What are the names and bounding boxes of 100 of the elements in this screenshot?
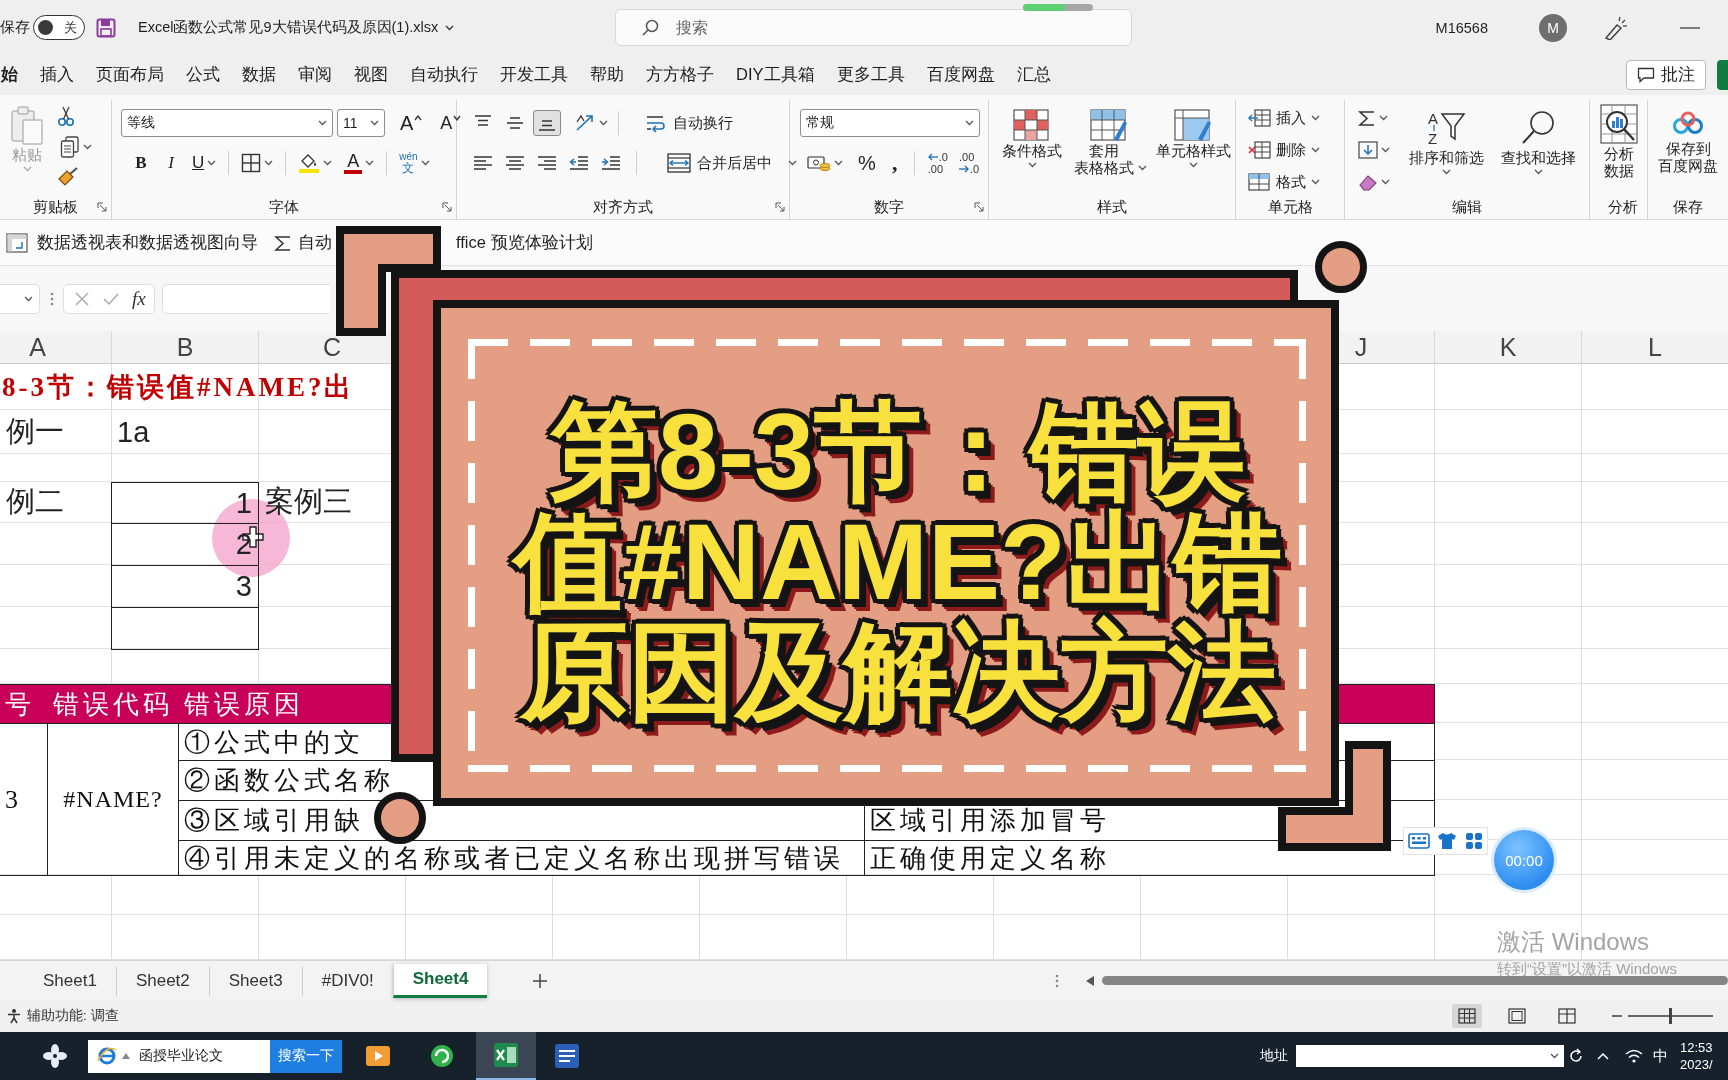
- ribbon-tab[interactable]: 开发工具: [500, 58, 568, 92]
- insider-program-button[interactable]: ffice 预览体验计划: [456, 231, 593, 254]
- font-color-button[interactable]: A: [341, 149, 378, 177]
- italic-button[interactable]: I: [159, 149, 183, 177]
- ribbon-tab[interactable]: 方方格子: [646, 58, 714, 92]
- grow-font-button[interactable]: A: [397, 109, 426, 137]
- cell-styles-button[interactable]: 单元格样式: [1151, 100, 1235, 195]
- group-label: 编辑: [1452, 197, 1482, 217]
- pen-icon[interactable]: [1603, 15, 1627, 40]
- ribbon-tab[interactable]: 页面布局: [96, 58, 164, 92]
- fill-down-icon: [1358, 141, 1378, 159]
- avatar[interactable]: M: [1539, 13, 1567, 42]
- chevron-down-icon: [370, 120, 379, 126]
- grid-view-icon: [1458, 1008, 1476, 1024]
- search-button[interactable]: 搜索一下: [270, 1039, 342, 1073]
- save-to-cloud-button[interactable]: 保存到百度网盘: [1655, 100, 1721, 195]
- ribbon-tab[interactable]: 审阅: [298, 58, 332, 92]
- zoom-thumb[interactable]: [1669, 1008, 1672, 1024]
- wrap-text-button[interactable]: 自动换行: [642, 109, 736, 137]
- phonetic-guide-button[interactable]: wén 文: [396, 149, 433, 177]
- autosave-toggle[interactable]: 关: [33, 15, 85, 40]
- taskbar-app[interactable]: [476, 1032, 536, 1080]
- delete-cells-button[interactable]: 删除: [1244, 137, 1323, 163]
- underline-button[interactable]: U: [189, 149, 220, 177]
- formula-input[interactable]: [161, 284, 330, 314]
- ribbon-tab[interactable]: 自动执行: [410, 58, 478, 92]
- address-field[interactable]: [1296, 1045, 1564, 1067]
- arrow-left-icon: [927, 153, 938, 161]
- dialog-launcher-icon[interactable]: [974, 202, 984, 212]
- scroll-left-icon[interactable]: [1086, 975, 1094, 986]
- file-name-button[interactable]: Excel函数公式常见9大错误代码及原因(1).xlsx: [138, 18, 455, 37]
- increase-indent-icon[interactable]: [601, 154, 621, 172]
- align-left-icon[interactable]: [473, 154, 493, 172]
- ribbon-tab[interactable]: 数据: [242, 58, 276, 92]
- percent-button[interactable]: %: [855, 149, 879, 177]
- search-field[interactable]: 函授毕业论文: [88, 1039, 270, 1073]
- increase-decimal-button[interactable]: .0 .00: [926, 150, 949, 176]
- font-size-dropdown[interactable]: 11: [337, 109, 385, 137]
- bold-button[interactable]: B: [129, 149, 153, 177]
- plus-icon[interactable]: [533, 973, 548, 988]
- dialog-launcher-icon[interactable]: [775, 202, 785, 212]
- keyboard-icon[interactable]: [1407, 833, 1430, 849]
- insert-cells-button[interactable]: 插入: [1244, 105, 1323, 131]
- sheet-tab[interactable]: Sheet3: [208, 965, 302, 996]
- format-painter-icon[interactable]: [57, 167, 79, 187]
- merge-center-button[interactable]: 合并后居中: [664, 149, 800, 177]
- insert-function-button[interactable]: fx: [132, 288, 146, 310]
- ribbon-tab[interactable]: 始: [1, 58, 18, 92]
- font-name-dropdown[interactable]: 等线: [121, 109, 333, 137]
- scissors-icon[interactable]: [57, 105, 75, 127]
- conditional-format-button[interactable]: 条件格式: [997, 100, 1067, 195]
- dialog-launcher-icon[interactable]: [442, 202, 452, 212]
- sheet-tab[interactable]: Sheet1: [24, 965, 116, 996]
- refresh-icon[interactable]: [1568, 1048, 1584, 1064]
- format-as-table-button[interactable]: 套用表格格式: [1067, 100, 1151, 195]
- align-right-icon[interactable]: [537, 154, 557, 172]
- ribbon-tab[interactable]: 视图: [354, 58, 388, 92]
- comma-style-button[interactable]: ,: [887, 149, 902, 177]
- comments-button[interactable]: 批注: [1626, 60, 1706, 90]
- group-label: 保存: [1673, 197, 1703, 217]
- decrease-indent-icon[interactable]: [569, 154, 589, 172]
- sheet-cell-text: 案例三: [264, 484, 353, 519]
- dialog-launcher-icon[interactable]: [97, 202, 107, 212]
- chevron-down-icon: [1188, 162, 1198, 168]
- sheet-tab[interactable]: #DIV0!: [301, 965, 393, 996]
- format-cells-button[interactable]: 格式: [1244, 169, 1323, 195]
- ribbon-tab[interactable]: 公式: [186, 58, 220, 92]
- ribbon-tab[interactable]: 更多工具: [836, 58, 905, 92]
- view-button[interactable]: [1452, 1004, 1482, 1028]
- analyze-data-button[interactable]: 分析数据: [1598, 100, 1639, 195]
- find-select-button[interactable]: 查找和选择: [1499, 105, 1577, 195]
- merge-cells-icon: [667, 153, 691, 173]
- shrink-font-button[interactable]: A: [437, 109, 465, 137]
- four-squares-icon[interactable]: [1465, 832, 1484, 850]
- shirt-icon[interactable]: [1437, 832, 1458, 850]
- autosum-button[interactable]: 自动: [274, 231, 332, 254]
- sort-filter-button[interactable]: A Z 排序和筛选: [1407, 105, 1485, 195]
- accessibility-status[interactable]: 辅助功能: 调查: [6, 1007, 119, 1025]
- sheet-tab[interactable]: Sheet4: [392, 963, 488, 998]
- column-header: C: [322, 332, 342, 362]
- pinwheel-icon[interactable]: [41, 1042, 69, 1070]
- number-format-dropdown[interactable]: 常规: [800, 109, 980, 137]
- bottom-align-button[interactable]: [533, 110, 561, 136]
- decrease-decimal-button[interactable]: .00 .0: [958, 150, 981, 176]
- input-method[interactable]: 中: [1653, 1046, 1668, 1066]
- ribbon-tab[interactable]: 插入: [40, 58, 74, 92]
- caret-up-icon[interactable]: [1597, 1052, 1609, 1060]
- ribbon-tab[interactable]: DIY工具箱: [736, 58, 815, 92]
- horizontal-scrollbar[interactable]: [1102, 976, 1728, 985]
- ribbon-tab[interactable]: 百度网盘: [926, 58, 995, 92]
- check-icon[interactable]: [102, 291, 120, 307]
- search-field[interactable]: 搜索: [615, 9, 1132, 46]
- wifi-icon[interactable]: [1625, 1049, 1643, 1063]
- align-center-icon[interactable]: [505, 154, 525, 172]
- ribbon-tab[interactable]: 帮助: [590, 58, 624, 92]
- browser-e-icon: [97, 1046, 117, 1066]
- save-icon[interactable]: [96, 17, 116, 38]
- pivot-wizard-button[interactable]: 数据透视表和数据透视图向导: [6, 231, 258, 254]
- ribbon-tab[interactable]: 汇总: [1016, 58, 1051, 92]
- sheet-tab[interactable]: Sheet2: [115, 965, 209, 996]
